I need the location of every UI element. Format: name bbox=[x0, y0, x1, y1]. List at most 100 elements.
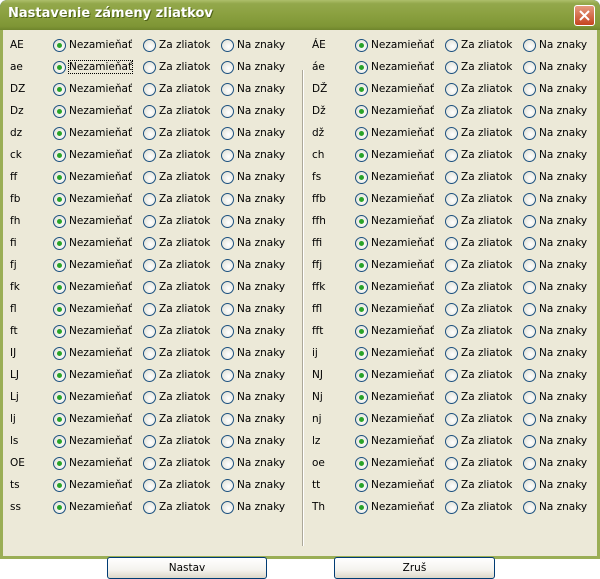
radio-button-icon[interactable] bbox=[523, 127, 536, 140]
radio-label[interactable]: Nezamieňať bbox=[371, 193, 434, 205]
radio-label[interactable]: Za zliatok bbox=[159, 303, 210, 315]
radio-button-icon[interactable] bbox=[445, 369, 458, 382]
radio-button-icon[interactable] bbox=[143, 457, 156, 470]
radio-label[interactable]: Za zliatok bbox=[159, 127, 210, 139]
radio-button-icon[interactable] bbox=[445, 83, 458, 96]
radio-button-icon[interactable] bbox=[445, 171, 458, 184]
radio-label[interactable]: Za zliatok bbox=[461, 105, 512, 117]
radio-button-icon[interactable] bbox=[355, 413, 368, 426]
radio-label[interactable]: Na znaky bbox=[237, 391, 285, 403]
radio-button-icon[interactable] bbox=[143, 369, 156, 382]
radio-label[interactable]: Na znaky bbox=[539, 61, 587, 73]
radio-label[interactable]: Za zliatok bbox=[461, 325, 512, 337]
radio-label[interactable]: Nezamieňať bbox=[371, 501, 434, 513]
radio-button-icon[interactable] bbox=[221, 83, 234, 96]
radio-label[interactable]: Nezamieňať bbox=[69, 127, 132, 139]
radio-button-icon[interactable] bbox=[221, 369, 234, 382]
radio-label[interactable]: Za zliatok bbox=[461, 435, 512, 447]
radio-label[interactable]: Na znaky bbox=[237, 281, 285, 293]
radio-button-icon[interactable] bbox=[221, 325, 234, 338]
radio-button-icon[interactable] bbox=[355, 105, 368, 118]
radio-label[interactable]: Nezamieňať bbox=[371, 171, 434, 183]
radio-label[interactable]: Nezamieňať bbox=[69, 391, 132, 403]
radio-label[interactable]: Na znaky bbox=[539, 259, 587, 271]
radio-button-icon[interactable] bbox=[445, 237, 458, 250]
radio-button-icon[interactable] bbox=[355, 149, 368, 162]
radio-button-icon[interactable] bbox=[523, 171, 536, 184]
radio-button-icon[interactable] bbox=[523, 303, 536, 316]
radio-label[interactable]: Nezamieňať bbox=[371, 391, 434, 403]
radio-label[interactable]: Nezamieňať bbox=[69, 193, 132, 205]
radio-button-icon[interactable] bbox=[53, 61, 66, 74]
radio-button-icon[interactable] bbox=[355, 325, 368, 338]
radio-label[interactable]: Za zliatok bbox=[461, 457, 512, 469]
radio-label[interactable]: Nezamieňať bbox=[371, 127, 434, 139]
radio-button-icon[interactable] bbox=[355, 479, 368, 492]
radio-button-icon[interactable] bbox=[221, 61, 234, 74]
radio-label[interactable]: Nezamieňať bbox=[69, 325, 132, 337]
radio-button-icon[interactable] bbox=[355, 215, 368, 228]
radio-label[interactable]: Nezamieňať bbox=[69, 501, 132, 513]
radio-label[interactable]: Nezamieňať bbox=[69, 39, 132, 51]
radio-label[interactable]: Za zliatok bbox=[159, 61, 210, 73]
radio-button-icon[interactable] bbox=[143, 237, 156, 250]
radio-button-icon[interactable] bbox=[355, 391, 368, 404]
radio-label[interactable]: Na znaky bbox=[237, 171, 285, 183]
radio-button-icon[interactable] bbox=[221, 193, 234, 206]
radio-label[interactable]: Nezamieňať bbox=[69, 149, 132, 161]
title-bar[interactable]: Nastavenie zámeny zliatkov bbox=[0, 0, 600, 30]
radio-label[interactable]: Nezamieňať bbox=[371, 149, 434, 161]
radio-button-icon[interactable] bbox=[53, 105, 66, 118]
radio-button-icon[interactable] bbox=[445, 105, 458, 118]
radio-button-icon[interactable] bbox=[445, 325, 458, 338]
radio-label[interactable]: Za zliatok bbox=[159, 259, 210, 271]
radio-button-icon[interactable] bbox=[221, 413, 234, 426]
close-button[interactable] bbox=[574, 5, 595, 26]
radio-button-icon[interactable] bbox=[53, 281, 66, 294]
radio-button-icon[interactable] bbox=[445, 391, 458, 404]
radio-label[interactable]: Za zliatok bbox=[461, 83, 512, 95]
radio-button-icon[interactable] bbox=[445, 435, 458, 448]
radio-button-icon[interactable] bbox=[355, 435, 368, 448]
radio-label[interactable]: Nezamieňať bbox=[69, 83, 132, 95]
radio-button-icon[interactable] bbox=[445, 501, 458, 514]
radio-label[interactable]: Za zliatok bbox=[461, 281, 512, 293]
radio-button-icon[interactable] bbox=[445, 127, 458, 140]
radio-button-icon[interactable] bbox=[143, 435, 156, 448]
radio-label[interactable]: Za zliatok bbox=[461, 413, 512, 425]
radio-button-icon[interactable] bbox=[53, 259, 66, 272]
radio-button-icon[interactable] bbox=[221, 39, 234, 52]
radio-label[interactable]: Za zliatok bbox=[461, 171, 512, 183]
radio-button-icon[interactable] bbox=[355, 237, 368, 250]
radio-button-icon[interactable] bbox=[445, 61, 458, 74]
radio-button-icon[interactable] bbox=[221, 501, 234, 514]
radio-button-icon[interactable] bbox=[53, 347, 66, 360]
radio-button-icon[interactable] bbox=[523, 149, 536, 162]
radio-label[interactable]: Na znaky bbox=[539, 127, 587, 139]
radio-label[interactable]: Na znaky bbox=[237, 303, 285, 315]
radio-button-icon[interactable] bbox=[355, 369, 368, 382]
radio-button-icon[interactable] bbox=[53, 457, 66, 470]
radio-button-icon[interactable] bbox=[523, 193, 536, 206]
radio-label[interactable]: Nezamieňať bbox=[69, 105, 132, 117]
radio-button-icon[interactable] bbox=[355, 281, 368, 294]
radio-label[interactable]: Za zliatok bbox=[159, 391, 210, 403]
radio-button-icon[interactable] bbox=[355, 83, 368, 96]
radio-label[interactable]: Za zliatok bbox=[461, 39, 512, 51]
radio-button-icon[interactable] bbox=[53, 391, 66, 404]
radio-label[interactable]: Na znaky bbox=[539, 501, 587, 513]
radio-button-icon[interactable] bbox=[221, 171, 234, 184]
radio-button-icon[interactable] bbox=[221, 435, 234, 448]
radio-button-icon[interactable] bbox=[355, 127, 368, 140]
radio-label[interactable]: Nezamieňať bbox=[371, 325, 434, 337]
radio-button-icon[interactable] bbox=[53, 171, 66, 184]
radio-label[interactable]: Nezamieňať bbox=[371, 105, 434, 117]
radio-button-icon[interactable] bbox=[143, 281, 156, 294]
radio-label[interactable]: Za zliatok bbox=[461, 127, 512, 139]
radio-button-icon[interactable] bbox=[523, 347, 536, 360]
radio-button-icon[interactable] bbox=[143, 39, 156, 52]
radio-button-icon[interactable] bbox=[523, 435, 536, 448]
radio-label[interactable]: Na znaky bbox=[539, 435, 587, 447]
radio-label[interactable]: Nezamieňať bbox=[371, 435, 434, 447]
radio-button-icon[interactable] bbox=[143, 193, 156, 206]
